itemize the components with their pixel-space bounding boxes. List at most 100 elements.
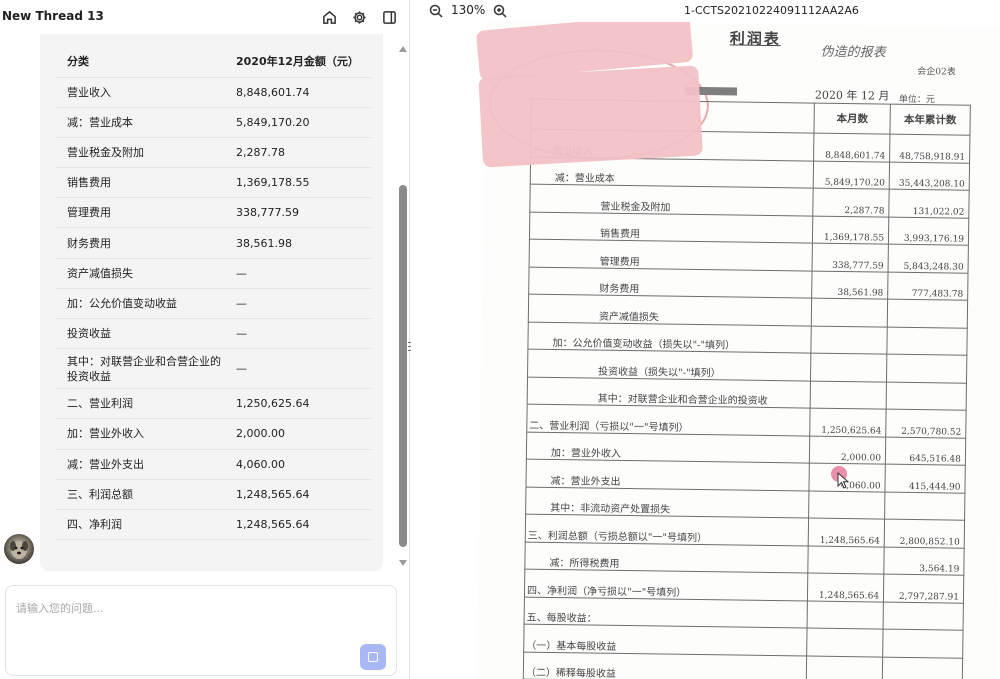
chat-input[interactable] bbox=[16, 596, 356, 620]
document-viewer: 130% 1-CCTS20210224091112AA2A6 利润表 伪造的报表… bbox=[411, 0, 1000, 679]
row-category: 营业收入 bbox=[55, 77, 224, 108]
row-label: 加：营业外收入 bbox=[526, 431, 810, 464]
income-statement-table: 本月数 本年累计数 一、营业收入8,848,601.7448,758,918.9… bbox=[523, 99, 971, 679]
row-category: 四、净利润 bbox=[55, 509, 224, 541]
row-label: 营业税金及附加 bbox=[529, 184, 814, 216]
zoom-in-button[interactable] bbox=[493, 3, 507, 18]
report-date: 2020 年 12 月 bbox=[814, 88, 890, 103]
row-label: 财务费用 bbox=[528, 266, 813, 299]
table-row: 财务费用 38,561.98 bbox=[55, 227, 371, 259]
row-label: （一）基本每股收益 bbox=[523, 624, 808, 656]
row-month-value bbox=[810, 353, 887, 382]
row-amount: — bbox=[224, 288, 371, 320]
row-amount: 8,848,601.74 bbox=[224, 77, 371, 108]
row-year-value bbox=[886, 326, 968, 356]
send-icon bbox=[368, 652, 378, 662]
chat-scrollbar[interactable] bbox=[398, 42, 408, 572]
row-label: 加：公允价值变动收益（损失以"-"填列） bbox=[527, 321, 812, 354]
row-label: 三、利润总额（亏损总额以"一"号填列） bbox=[525, 514, 809, 546]
row-year-value bbox=[886, 354, 967, 383]
row-amount: 1,248,565.64 bbox=[224, 479, 371, 510]
table-row: 管理费用 338,777.59 bbox=[55, 197, 371, 229]
row-label: 减：营业外支出 bbox=[525, 459, 810, 491]
row-label: 二、营业利润（亏损以"一"号填列） bbox=[526, 404, 811, 436]
row-label: 五、每股收益： bbox=[524, 596, 808, 629]
row-month-value: 2,000.00 bbox=[809, 435, 886, 465]
row-amount: 4,060.00 bbox=[224, 449, 371, 480]
row-year-value: 2,570,780.52 bbox=[885, 409, 967, 438]
home-icon bbox=[322, 10, 336, 24]
row-label: 销售费用 bbox=[529, 211, 814, 244]
row-month-value: 1,250,625.64 bbox=[809, 408, 887, 437]
row-month-value: 1,248,565.64 bbox=[807, 573, 884, 602]
document-name: 1-CCTS20210224091112AA2A6 bbox=[684, 4, 859, 17]
zoom-out-button[interactable] bbox=[429, 3, 443, 18]
dog-avatar-icon bbox=[10, 541, 28, 559]
row-month-value: 38,561.98 bbox=[811, 270, 889, 300]
row-year-value: 3,993,176.19 bbox=[888, 216, 969, 246]
row-year-value: 645,516.48 bbox=[885, 436, 966, 466]
row-category: 销售费用 bbox=[55, 167, 224, 199]
row-category: 二、营业利润 bbox=[55, 388, 224, 420]
table-row: 其中：对联营企业和合营企业的投资收益 — bbox=[55, 348, 371, 390]
row-month-value: 1,248,565.64 bbox=[808, 518, 885, 547]
row-month-value bbox=[811, 325, 888, 355]
row-year-value: 35,443,208.10 bbox=[889, 161, 970, 191]
row-amount: 338,777.59 bbox=[224, 197, 371, 229]
year-column-header: 本年累计数 bbox=[890, 104, 971, 136]
row-amount: — bbox=[224, 318, 371, 350]
row-year-value bbox=[887, 299, 968, 328]
sidebar-toggle-icon bbox=[382, 10, 396, 24]
row-year-value: 5,843,248.30 bbox=[888, 244, 969, 273]
row-month-value: 2,287.78 bbox=[813, 188, 890, 217]
row-month-value: 338,777.59 bbox=[812, 243, 889, 272]
row-category: 减：营业成本 bbox=[55, 107, 224, 138]
row-year-value bbox=[883, 601, 964, 631]
row-month-value: 5,849,170.20 bbox=[813, 160, 890, 190]
table-row: 减：营业成本 5,849,170.20 bbox=[55, 107, 371, 138]
assistant-message: 分类 2020年12月金额（元） 营业收入 8,848,601.74 减：营业成本 5… bbox=[40, 34, 383, 571]
row-month-value: 1,369,178.55 bbox=[812, 215, 889, 245]
row-month-value bbox=[806, 628, 884, 657]
row-month-value bbox=[808, 490, 886, 520]
toggle-panel-button[interactable] bbox=[380, 8, 398, 26]
zoom-level: 130% bbox=[451, 3, 486, 17]
row-amount: 1,248,565.64 bbox=[224, 509, 371, 541]
row-year-value: 415,444.90 bbox=[885, 464, 966, 493]
table-row: 资产减值损失 — bbox=[55, 258, 371, 289]
table-row: 三、利润总额 1,248,565.64 bbox=[55, 479, 371, 510]
row-label: 减：所得税费用 bbox=[524, 541, 809, 574]
row-month-value bbox=[808, 545, 885, 575]
row-label: （二）稀释每股收益 bbox=[523, 651, 807, 679]
row-month-value bbox=[807, 600, 884, 630]
row-category: 投资收益 bbox=[55, 318, 224, 350]
scroll-up-arrow-icon[interactable] bbox=[399, 46, 407, 52]
row-amount: 38,561.98 bbox=[224, 227, 371, 259]
row-category: 资产减值损失 bbox=[55, 258, 224, 289]
column-header-category: 分类 bbox=[55, 47, 224, 78]
table-row: 二、营业利润 1,250,625.64 bbox=[55, 388, 371, 420]
row-amount: 1,369,178.55 bbox=[224, 167, 371, 199]
row-amount: 1,250,625.64 bbox=[224, 388, 371, 420]
settings-button[interactable] bbox=[350, 8, 368, 26]
avatar bbox=[4, 534, 34, 564]
thread-title: New Thread 13 bbox=[2, 9, 104, 23]
row-category: 加：营业外收入 bbox=[55, 418, 224, 450]
table-row: 四、净利润 1,248,565.64 bbox=[55, 509, 371, 541]
row-year-value: 3,564.19 bbox=[883, 546, 965, 576]
row-month-value bbox=[810, 380, 887, 410]
zoom-out-icon bbox=[429, 4, 443, 18]
row-category: 财务费用 bbox=[55, 227, 224, 259]
home-button[interactable] bbox=[320, 8, 338, 26]
row-label: 其中：非流动资产处置损失 bbox=[525, 486, 810, 519]
chat-input-box bbox=[5, 585, 397, 676]
send-button[interactable] bbox=[360, 644, 386, 670]
row-year-value: 48,758,918.91 bbox=[889, 134, 970, 163]
scroll-down-arrow-icon[interactable] bbox=[399, 560, 407, 566]
scroll-thumb[interactable] bbox=[399, 185, 407, 547]
row-label: 四、净利润（净亏损以"一"号填列） bbox=[524, 569, 809, 601]
handwritten-note: 伪造的报表 bbox=[820, 44, 886, 61]
month-column-header: 本月数 bbox=[814, 103, 891, 135]
row-label: 其中：对联营企业和合营企业的投资收 bbox=[527, 376, 811, 409]
row-amount: 2,287.78 bbox=[224, 137, 371, 169]
